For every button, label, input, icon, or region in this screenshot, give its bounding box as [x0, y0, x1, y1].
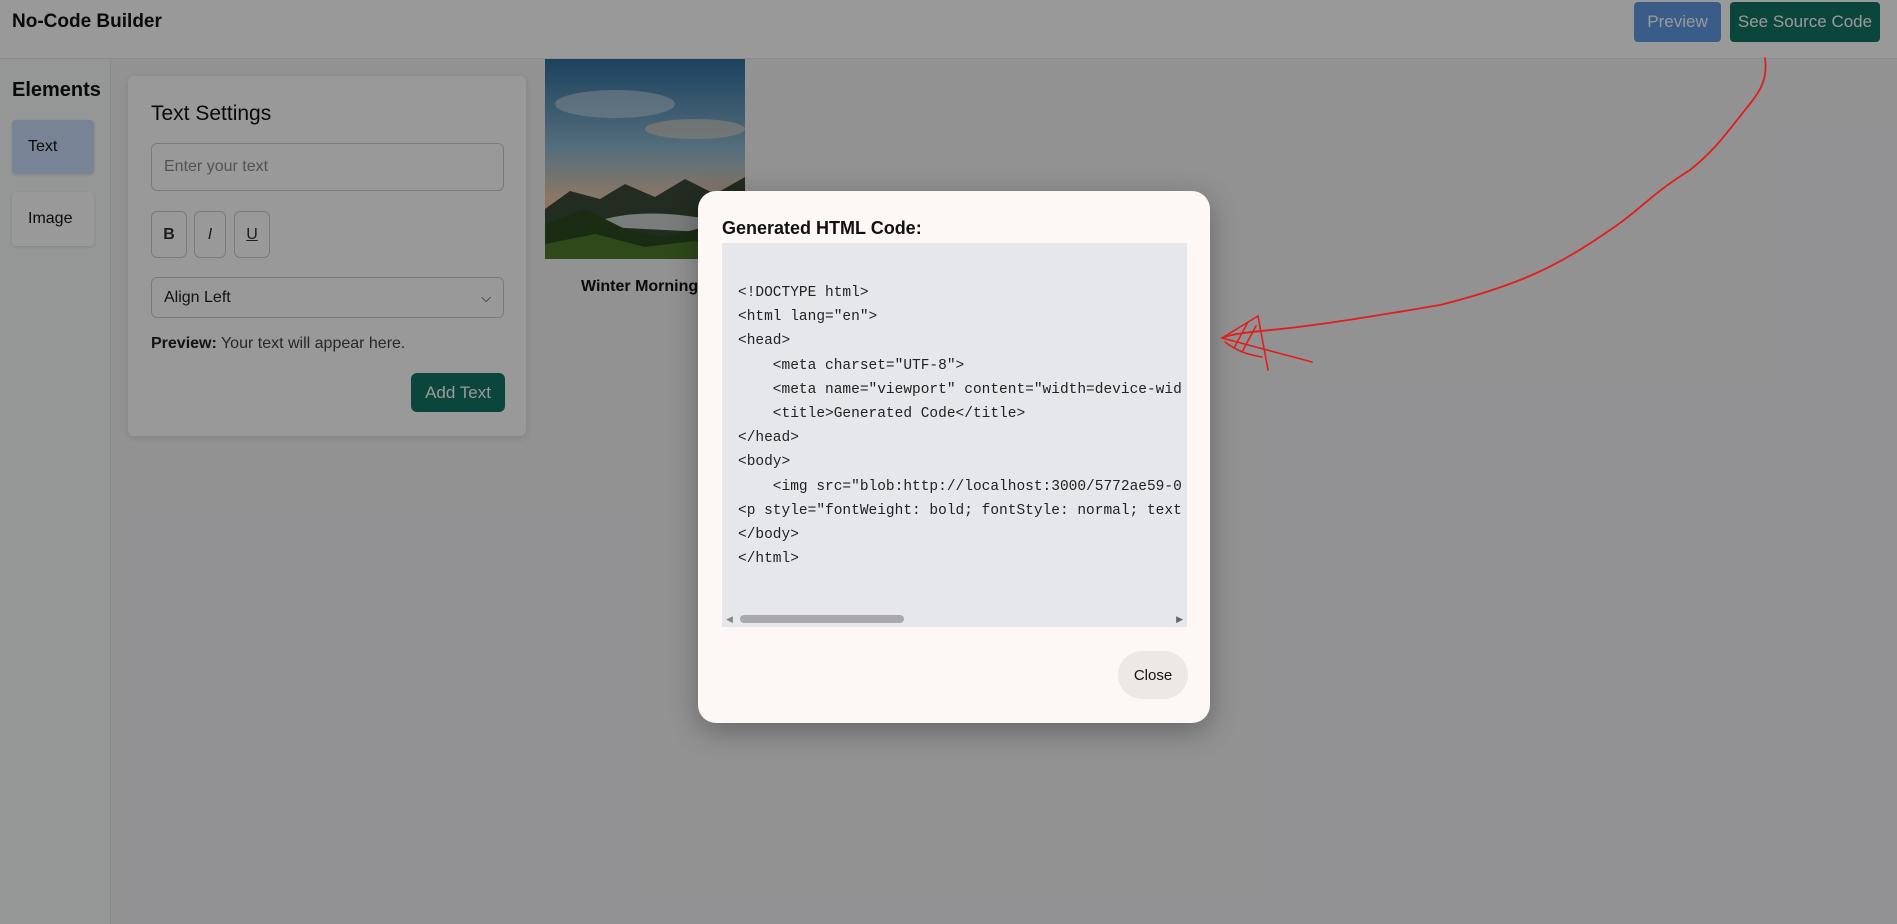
generated-code: <!DOCTYPE html> <html lang="en"> <head> … [738, 285, 1182, 568]
horizontal-scrollbar[interactable]: ◀ ▶ [722, 611, 1187, 627]
scrollbar-thumb[interactable] [740, 615, 904, 623]
source-code-modal: Generated HTML Code: <!DOCTYPE html> <ht… [698, 191, 1210, 723]
close-button[interactable]: Close [1118, 651, 1188, 699]
code-block[interactable]: <!DOCTYPE html> <html lang="en"> <head> … [722, 243, 1187, 627]
scroll-right-arrow-icon[interactable]: ▶ [1176, 614, 1183, 624]
scroll-left-arrow-icon[interactable]: ◀ [726, 614, 733, 624]
modal-title: Generated HTML Code: [722, 218, 922, 238]
